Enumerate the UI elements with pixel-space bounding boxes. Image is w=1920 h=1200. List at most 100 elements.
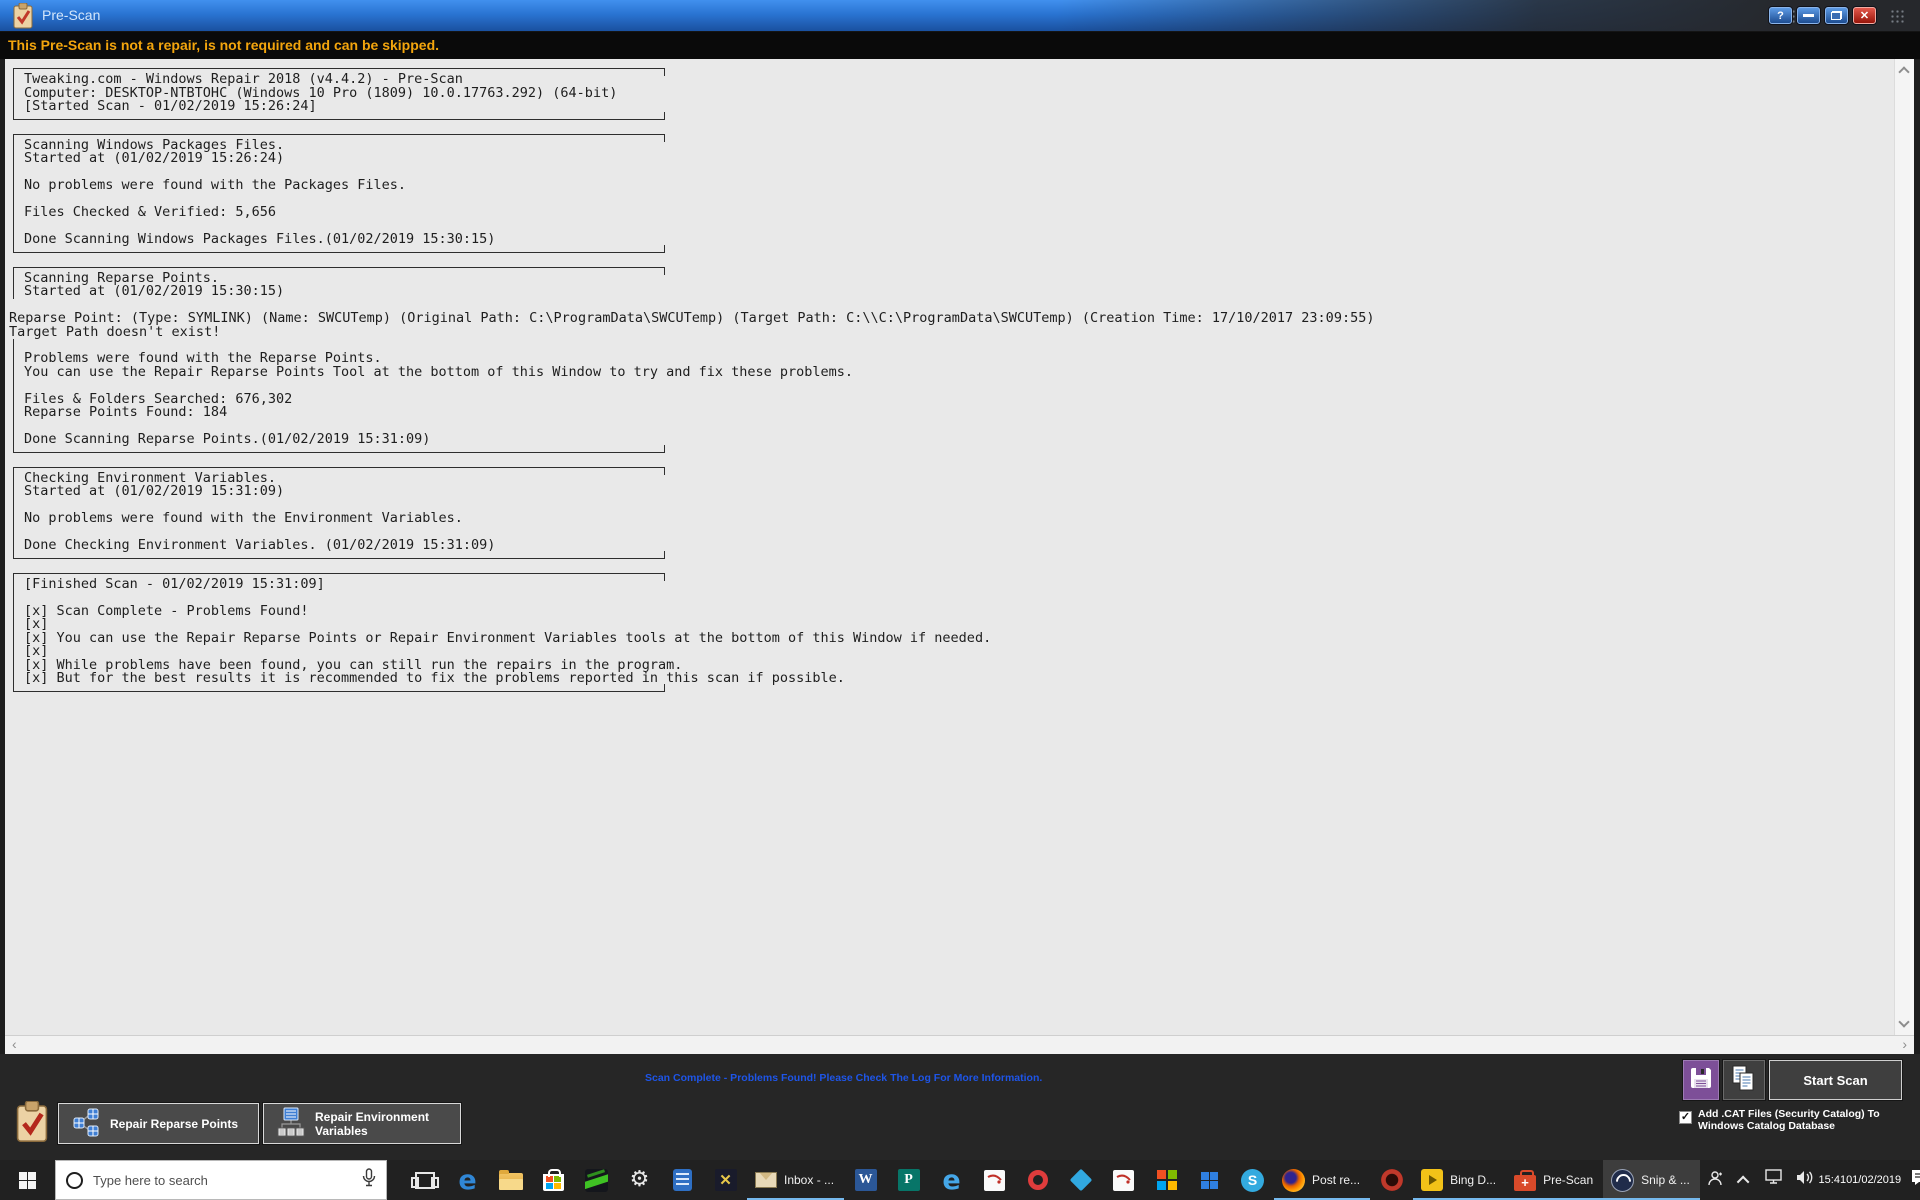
gauge-app-button[interactable] [973, 1160, 1016, 1200]
start-icon [19, 1171, 36, 1189]
people-button[interactable] [1700, 1160, 1730, 1200]
network-icon [1765, 1169, 1784, 1191]
notification-icon [1910, 1168, 1920, 1192]
blue-document-app-button[interactable] [661, 1160, 704, 1200]
scroll-up-icon[interactable] [1898, 66, 1910, 78]
gauge-app-icon-2 [1113, 1169, 1135, 1191]
windows-blue-icon [1201, 1171, 1219, 1189]
green-app-icon [585, 1168, 608, 1192]
settings-gear-icon: ⚙ [629, 1167, 650, 1192]
mail-taskbar-button[interactable]: Inbox - ... [747, 1160, 844, 1200]
publisher-button[interactable]: P [887, 1160, 930, 1200]
save-icon [1689, 1066, 1713, 1095]
title-bar: Pre-Scan ? ✕ [0, 0, 1920, 32]
internet-explorer-icon: e [942, 1164, 961, 1196]
green-app-button[interactable] [575, 1160, 618, 1200]
log-section-packages: Scanning Windows Packages Files. Started… [13, 133, 665, 253]
scroll-left-icon[interactable]: ‹ [12, 1036, 17, 1052]
log-header-text: Tweaking.com - Windows Repair 2018 (v4.4… [24, 71, 618, 114]
log-environment-text: Checking Environment Variables. Started … [24, 469, 496, 553]
scroll-right-icon[interactable]: › [1902, 1036, 1907, 1052]
hidden-icons-chevron [1737, 1175, 1750, 1188]
scroll-down-icon[interactable] [1898, 1016, 1910, 1028]
file-explorer-button[interactable] [489, 1160, 532, 1200]
internet-explorer-button[interactable]: e [930, 1160, 973, 1200]
microsoft-logo-icon [1156, 1170, 1177, 1190]
prescan-warning: This Pre-Scan is not a repair, is not re… [0, 32, 1920, 59]
status-message: Scan Complete - Problems Found! Please C… [645, 1072, 1043, 1084]
snip-label: Snip & ... [1641, 1173, 1690, 1187]
word-button[interactable]: W [844, 1160, 887, 1200]
copy-log-button[interactable] [1723, 1060, 1765, 1100]
red-ring-app-button[interactable] [1370, 1160, 1413, 1200]
cat-files-label: Add .CAT Files (Security Catalog) To Win… [1698, 1108, 1880, 1132]
window-title: Pre-Scan [42, 7, 101, 23]
bing-taskbar-button[interactable]: Bing D... [1413, 1160, 1506, 1200]
repair-reparse-points-button[interactable]: Repair Reparse Points [58, 1103, 259, 1144]
settings-button[interactable]: ⚙ [618, 1160, 661, 1200]
opera-button[interactable] [1016, 1160, 1059, 1200]
kodi-icon [1069, 1168, 1092, 1192]
bing-icon [1421, 1169, 1444, 1191]
taskbar-search[interactable] [55, 1160, 387, 1200]
restore-icon [1831, 11, 1842, 20]
opera-icon [1027, 1170, 1048, 1190]
clipboard-check-icon [12, 2, 34, 34]
clock-time: 15:41 [1818, 1173, 1847, 1186]
task-view-button[interactable] [403, 1160, 446, 1200]
snip-sketch-icon [1611, 1168, 1635, 1192]
log-summary-text: [Finished Scan - 01/02/2019 15:31:09] [x… [24, 575, 992, 686]
skype-icon: S [1241, 1168, 1265, 1192]
maximize-button[interactable] [1825, 7, 1848, 24]
gauge-app-button-2[interactable] [1102, 1160, 1145, 1200]
mail-icon [755, 1172, 777, 1188]
start-button[interactable] [0, 1160, 55, 1200]
minimize-icon [1803, 14, 1814, 17]
firefox-label: Post re... [1312, 1173, 1361, 1187]
red-ring-app-icon [1380, 1169, 1403, 1191]
horizontal-scrollbar[interactable]: ‹ › [5, 1035, 1914, 1054]
prescan-toolbox-icon [1514, 1169, 1537, 1191]
log-reparse-tail: Problems were found with the Reparse Poi… [24, 350, 854, 447]
action-center-button[interactable]: 3 [1900, 1160, 1920, 1200]
minimize-button[interactable] [1797, 7, 1820, 24]
firefox-icon [1282, 1168, 1306, 1192]
word-icon: W [854, 1169, 877, 1191]
search-input[interactable] [93, 1172, 352, 1188]
microsoft-logo-button[interactable] [1145, 1160, 1188, 1200]
vertical-scrollbar[interactable] [1894, 59, 1914, 1035]
microsoft-store-button[interactable] [532, 1160, 575, 1200]
cat-files-option: ✓ Add .CAT Files (Security Catalog) To W… [1679, 1108, 1920, 1132]
log-reparse-detail: Reparse Point: (Type: SYMLINK) (Name: SW… [9, 310, 1375, 340]
microphone-icon[interactable] [362, 1167, 376, 1193]
kodi-button[interactable] [1059, 1160, 1102, 1200]
gauge-app-icon [984, 1169, 1006, 1191]
save-log-button[interactable] [1683, 1060, 1719, 1100]
repair-environment-variables-button[interactable]: Repair Environment Variables [263, 1103, 461, 1144]
show-hidden-icons-button[interactable] [1730, 1160, 1760, 1200]
close-button[interactable]: ✕ [1853, 7, 1876, 24]
edge-button[interactable]: e [446, 1160, 489, 1200]
repair-environment-variables-label: Repair Environment Variables [315, 1109, 430, 1138]
dark-x-app-button[interactable]: ✕ [704, 1160, 747, 1200]
start-scan-button[interactable]: Start Scan [1769, 1060, 1902, 1100]
skype-button[interactable]: S [1231, 1160, 1274, 1200]
scan-log-area: Tweaking.com - Windows Repair 2018 (v4.4… [5, 59, 1914, 1035]
taskbar: e ⚙ ✕ Inbox - ... W P e S Post re... Bin… [0, 1160, 1920, 1200]
windows-app-button[interactable] [1188, 1160, 1231, 1200]
scan-log: Tweaking.com - Windows Repair 2018 (v4.4… [5, 59, 1894, 1035]
taskbar-clock[interactable]: 15:41 01/02/2019 [1818, 1160, 1902, 1200]
network-tray-button[interactable] [1760, 1160, 1790, 1200]
volume-tray-button[interactable] [1790, 1160, 1820, 1200]
titlebar-grip-right [1890, 9, 1906, 25]
blue-document-icon [673, 1169, 692, 1191]
log-section-header: Tweaking.com - Windows Repair 2018 (v4.4… [13, 68, 665, 120]
help-button[interactable]: ? [1769, 7, 1792, 24]
prescan-taskbar-button[interactable]: Pre-Scan [1506, 1160, 1603, 1200]
firefox-taskbar-button[interactable]: Post re... [1274, 1160, 1370, 1200]
mail-label: Inbox - ... [784, 1173, 835, 1187]
snip-sketch-taskbar-button[interactable]: Snip & ... [1603, 1160, 1700, 1200]
cat-files-checkbox[interactable]: ✓ [1679, 1111, 1692, 1124]
prescan-label: Pre-Scan [1543, 1173, 1594, 1187]
edge-icon: e [458, 1164, 477, 1196]
